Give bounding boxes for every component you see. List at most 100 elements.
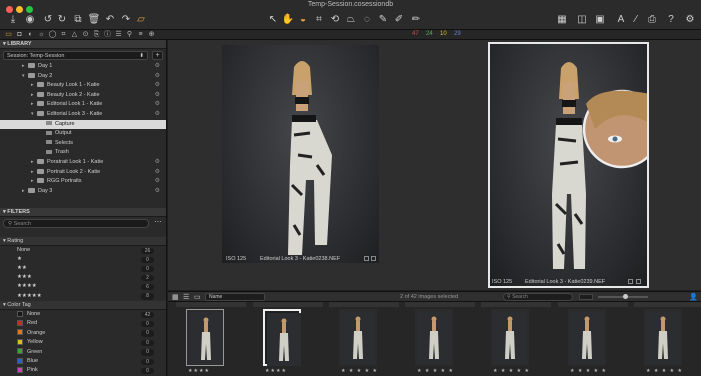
thumbnail[interactable]	[491, 309, 529, 366]
folder-options-icon[interactable]: ⚙	[155, 62, 160, 72]
settings-icon[interactable]: ⚙	[684, 13, 696, 25]
add-favorite-icon[interactable]: +	[152, 51, 163, 60]
library-header[interactable]: ▾ LIBRARY	[0, 40, 166, 49]
folder-item[interactable]: ▾ Day 2 ⚙	[0, 72, 166, 82]
thumbnail[interactable]	[186, 309, 224, 366]
thumbnail-rating[interactable]: ★★★★	[265, 368, 287, 374]
rating-filter-row[interactable]: None 26	[0, 246, 166, 255]
color-tag-row[interactable]: Orange 0	[0, 329, 166, 339]
thumbnail-rating[interactable]: ★ ★ ★ ★ ★	[417, 368, 454, 374]
loupe-tool-icon[interactable]: ◒	[297, 13, 309, 25]
folder-item[interactable]: ▾ Editorial Look 3 - Katie ⚙	[0, 110, 166, 120]
filter-search-input[interactable]: ⚲ Search	[3, 219, 149, 228]
folder-options-icon[interactable]: ⚙	[155, 72, 160, 82]
folder-options-icon[interactable]: ⚙	[155, 100, 160, 110]
folder-item[interactable]: ▸ Day 3 ⚙	[0, 187, 166, 197]
folder-options-icon[interactable]: ⚙	[155, 177, 160, 187]
annotate-tool-icon[interactable]: ✏	[410, 13, 422, 25]
rating-filter-row[interactable]: ★ 0	[0, 255, 166, 264]
tab-composition-icon[interactable]: ⌗	[59, 31, 68, 39]
tab-more-icon[interactable]: ⊕	[147, 31, 156, 39]
process-icon[interactable]: ▱	[135, 13, 147, 25]
folder-item[interactable]: Output	[0, 129, 166, 139]
color-tag-row[interactable]: Yellow 0	[0, 338, 166, 348]
folder-item[interactable]: Selects	[0, 139, 166, 149]
viewer-image-right[interactable]: ISO 125 Editorial Look 3 - Katie0239.NEF	[488, 42, 662, 288]
trash-icon[interactable]: 🗑	[88, 13, 101, 25]
keystone-tool-icon[interactable]: ⏢	[345, 13, 357, 25]
slider-handle[interactable]	[623, 294, 628, 299]
folder-item[interactable]: ▸ Poratrait Look 1 - Katie ⚙	[0, 158, 166, 168]
thumbnail-size-toggle[interactable]	[579, 294, 593, 300]
folder-options-icon[interactable]: ⚙	[155, 168, 160, 178]
user-icon[interactable]: 👤	[689, 293, 698, 301]
folder-item[interactable]: ▸ Portrait Look 2 - Katie ⚙	[0, 168, 166, 178]
tab-color-icon[interactable]: ◐	[26, 31, 35, 39]
undo-icon[interactable]: ↶	[104, 13, 116, 25]
tab-output-icon[interactable]: ⎘	[92, 31, 101, 39]
tab-capture-icon[interactable]: ◘	[15, 31, 24, 39]
folder-item[interactable]: ▸ Editorial Look 1 - Katie ⚙	[0, 100, 166, 110]
tab-local-icon[interactable]: ⊙	[81, 31, 90, 39]
color-tag-row[interactable]: None 42	[0, 310, 166, 320]
select-checkbox[interactable]	[364, 256, 369, 261]
tab-search-icon[interactable]: ⚲	[125, 31, 134, 39]
redo-icon[interactable]: ↷	[120, 13, 132, 25]
rotate-left-icon[interactable]: ↺	[42, 13, 54, 25]
grid-overlay-icon[interactable]: ⁄	[630, 13, 642, 25]
rating-header[interactable]: ▾ Rating	[0, 237, 166, 246]
compare-checkbox[interactable]	[371, 256, 376, 261]
tab-lens-icon[interactable]: ◯	[48, 31, 57, 39]
filters-header[interactable]: ▾ FILTERS	[0, 208, 166, 217]
folder-item[interactable]: ▸ Beauty Look 1 - Katie ⚙	[0, 81, 166, 91]
thumbnail-rating[interactable]: ★ ★ ★ ★ ★	[341, 368, 378, 374]
tab-adjustments-icon[interactable]: ≡	[136, 31, 145, 39]
exposure-warning-icon[interactable]: A	[615, 13, 627, 25]
copy-icon[interactable]: ⧉	[72, 13, 84, 25]
rating-filter-row[interactable]: ★★★★★ 8	[0, 292, 166, 301]
thumbnail-rating[interactable]: ★★★★	[188, 368, 210, 374]
camera-icon[interactable]: ◉	[24, 13, 36, 25]
pan-tool-icon[interactable]: ✋	[282, 13, 294, 25]
folder-options-icon[interactable]: ⚙	[155, 110, 160, 120]
filter-menu-icon[interactable]: ⋯	[153, 219, 163, 228]
color-tag-row[interactable]: Blue 0	[0, 357, 166, 367]
thumbnail-rating[interactable]: ★ ★ ★ ★ ★	[493, 368, 530, 374]
thumbnail[interactable]	[339, 309, 377, 366]
thumbnail-rating[interactable]: ★ ★ ★ ★ ★	[646, 368, 683, 374]
thumbnail[interactable]	[263, 309, 301, 366]
pointer-tool-icon[interactable]: ↖	[267, 13, 279, 25]
thumbnail-rating[interactable]: ★ ★ ★ ★ ★	[570, 368, 607, 374]
sort-select[interactable]: Name	[205, 293, 265, 301]
filmstrip-view-icon[interactable]: ▭	[194, 293, 201, 301]
browser-search-input[interactable]: ⚲ Search	[503, 293, 573, 301]
list-view-icon[interactable]: ☰	[183, 293, 189, 301]
rating-filter-row[interactable]: ★★★★ 6	[0, 282, 166, 291]
tab-batch-icon[interactable]: ☰	[114, 31, 123, 39]
folder-item[interactable]: ▸ Beauty Look 2 - Katie ⚙	[0, 91, 166, 101]
session-select[interactable]: Session: Temp-Session ⬍	[3, 51, 148, 60]
crop-tool-icon[interactable]: ⌗	[313, 13, 325, 25]
folder-options-icon[interactable]: ⚙	[155, 91, 160, 101]
tab-library-icon[interactable]: ▭	[4, 31, 13, 39]
spot-removal-icon[interactable]: ◌	[361, 13, 373, 25]
thumbnail[interactable]	[415, 309, 453, 366]
grid-view-icon[interactable]: ▦	[556, 13, 568, 25]
viewer-image-left[interactable]: ISO 125 Editorial Look 3 - Katie0238.NEF	[222, 45, 379, 263]
multi-view-icon[interactable]: ▣	[594, 13, 606, 25]
color-tag-header[interactable]: ▾ Color Tag	[0, 301, 166, 310]
tab-metadata-icon[interactable]: ⓘ	[103, 31, 112, 39]
folder-item[interactable]: Trash	[0, 148, 166, 158]
folder-options-icon[interactable]: ⚙	[155, 187, 160, 197]
color-tag-row[interactable]: Pink 0	[0, 366, 166, 376]
folder-item[interactable]: ▸ RGG Portraits ⚙	[0, 177, 166, 187]
import-icon[interactable]: ⤓	[7, 13, 19, 25]
folder-item[interactable]: ▸ Day 1 ⚙	[0, 62, 166, 72]
compare-checkbox[interactable]	[636, 279, 641, 284]
tab-exposure-icon[interactable]: ☼	[37, 31, 46, 39]
color-tag-row[interactable]: Red 0	[0, 319, 166, 329]
folder-item[interactable]: Capture	[0, 119, 166, 130]
tab-details-icon[interactable]: △	[70, 31, 79, 39]
help-icon[interactable]: ?	[665, 13, 677, 25]
compare-view-icon[interactable]: ◫	[576, 13, 588, 25]
